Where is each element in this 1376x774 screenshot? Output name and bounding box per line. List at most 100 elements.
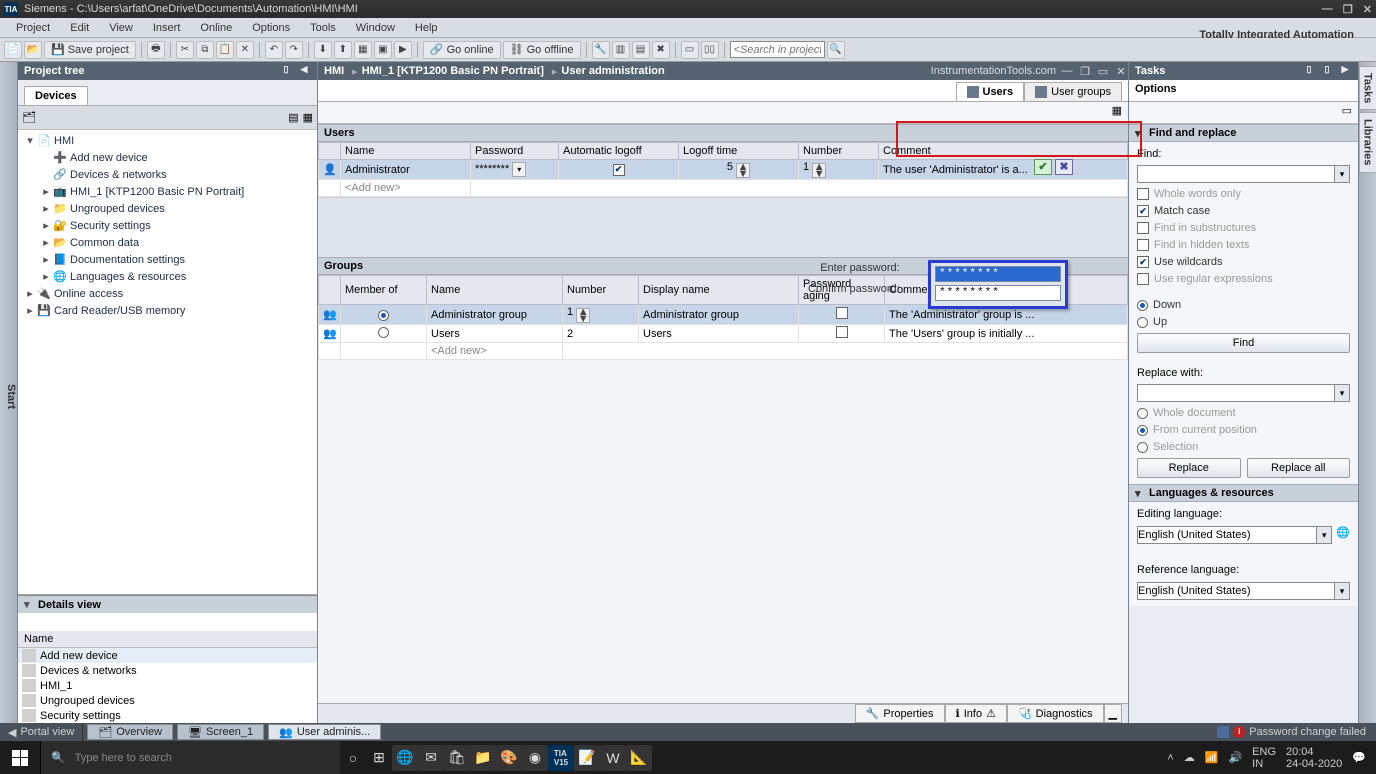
- col-password[interactable]: Password: [471, 143, 559, 160]
- copy-icon[interactable]: ⧉: [196, 41, 214, 59]
- compile-icon[interactable]: ▦: [354, 41, 372, 59]
- languages-header[interactable]: ▾Languages & resources: [1129, 484, 1358, 502]
- open-tab-user-admin[interactable]: 👥 User adminis...: [268, 724, 381, 740]
- details-header[interactable]: ▾Details view: [18, 595, 317, 613]
- from-current-option[interactable]: From current position: [1137, 424, 1350, 436]
- group-number-spinner[interactable]: ▲▼: [576, 308, 590, 323]
- col-auto-logoff[interactable]: Automatic logoff: [559, 143, 679, 160]
- hw-config-icon[interactable]: ▣: [374, 41, 392, 59]
- substructures-option[interactable]: Find in substructures: [1137, 222, 1350, 234]
- tray-clock[interactable]: 20:0424-04-2020: [1286, 746, 1342, 770]
- mail-icon[interactable]: ✉: [418, 745, 444, 771]
- menu-window[interactable]: Window: [346, 22, 405, 34]
- start-button[interactable]: [0, 741, 40, 774]
- open-tab-screen1[interactable]: 🖥 Screen_1: [177, 724, 264, 740]
- menu-tools[interactable]: Tools: [300, 22, 346, 34]
- print-icon[interactable]: 🖶: [147, 41, 165, 59]
- password-ok-button[interactable]: ✔: [1034, 159, 1052, 175]
- close-button[interactable]: ✕: [1363, 3, 1372, 16]
- app2-icon[interactable]: 📝: [574, 745, 600, 771]
- tree-item[interactable]: ▸📁Ungrouped devices: [18, 200, 317, 217]
- inspector-collapse-icon[interactable]: ▁: [1104, 704, 1122, 723]
- details-row[interactable]: Security settings: [18, 708, 317, 723]
- tree-item[interactable]: ▸🔐Security settings: [18, 217, 317, 234]
- chrome-icon[interactable]: ◉: [522, 745, 548, 771]
- paint-icon[interactable]: 🎨: [496, 745, 522, 771]
- tia-icon[interactable]: TIAV15: [548, 745, 574, 771]
- search-icon[interactable]: 🔍: [827, 41, 845, 59]
- tree-item[interactable]: ▸🔌Online access: [18, 285, 317, 302]
- diagnostics-tab[interactable]: 🩺 Diagnostics: [1007, 704, 1104, 723]
- editor-restore-icon[interactable]: ▭: [1096, 65, 1110, 78]
- tree-item[interactable]: ▸📺HMI_1 [KTP1200 Basic PN Portrait]: [18, 183, 317, 200]
- split-v-icon[interactable]: ▯▯: [701, 41, 719, 59]
- windows-search[interactable]: 🔍 Type here to search: [40, 741, 340, 774]
- tray-cloud-icon[interactable]: ☁: [1184, 751, 1195, 764]
- cross-ref-icon[interactable]: ▤: [632, 41, 650, 59]
- minimize-button[interactable]: —: [1322, 3, 1333, 15]
- gcol-name[interactable]: Name: [427, 276, 563, 305]
- word-icon[interactable]: W: [600, 745, 626, 771]
- replace-all-button[interactable]: Replace all: [1247, 458, 1351, 478]
- tasks-tool2-icon[interactable]: ▯: [1320, 64, 1334, 78]
- info-tab[interactable]: ℹ Info ⚠: [945, 704, 1007, 723]
- password-cancel-button[interactable]: ✖: [1055, 159, 1073, 175]
- devices-tab[interactable]: Devices: [24, 86, 88, 105]
- menu-options[interactable]: Options: [242, 22, 300, 34]
- toolbar-search-input[interactable]: [730, 41, 825, 58]
- password-dropdown[interactable]: ▾: [512, 162, 526, 177]
- upload-icon[interactable]: ⬆: [334, 41, 352, 59]
- users-table[interactable]: Name Password Automatic logoff Logoff ti…: [318, 142, 1128, 197]
- simulate-icon[interactable]: ▶: [394, 41, 412, 59]
- member-radio-admin[interactable]: [378, 310, 389, 321]
- tree-item[interactable]: ▸📂Common data: [18, 234, 317, 251]
- paste-icon[interactable]: 📋: [216, 41, 234, 59]
- tray-wifi-icon[interactable]: 📶: [1205, 751, 1219, 764]
- confirm-password-input[interactable]: [935, 285, 1061, 301]
- device-view-icon[interactable]: 🗂: [22, 111, 36, 124]
- new-project-icon[interactable]: 📄: [4, 41, 22, 59]
- logoff-time-spinner[interactable]: ▲▼: [736, 163, 750, 178]
- auto-logoff-checkbox[interactable]: [613, 164, 625, 176]
- explorer-icon[interactable]: 📁: [470, 745, 496, 771]
- editor-max-icon[interactable]: ❐: [1078, 65, 1092, 78]
- tree-item[interactable]: ▸💾Card Reader/USB memory: [18, 302, 317, 319]
- editor-close-icon[interactable]: ✕: [1114, 65, 1128, 78]
- redo-icon[interactable]: ↷: [285, 41, 303, 59]
- taskview-icon[interactable]: ⊞: [366, 745, 392, 771]
- project-tree[interactable]: ▾📄HMI➕Add new device🔗Devices & networks▸…: [18, 130, 317, 595]
- tasks-tool1-icon[interactable]: ▯: [1302, 64, 1316, 78]
- find-button[interactable]: Find: [1137, 333, 1350, 353]
- undo-icon[interactable]: ↶: [265, 41, 283, 59]
- tree-item[interactable]: ➕Add new device: [18, 149, 317, 166]
- editor-tool-icon[interactable]: ▦: [1112, 104, 1122, 121]
- gcol-number[interactable]: Number: [563, 276, 639, 305]
- whole-doc-option[interactable]: Whole document: [1137, 407, 1350, 419]
- details-row[interactable]: HMI_1: [18, 678, 317, 693]
- group-add-new-row[interactable]: <Add new>: [319, 343, 1128, 360]
- match-case-option[interactable]: Match case: [1137, 205, 1350, 217]
- col-logoff-time[interactable]: Logoff time: [679, 143, 799, 160]
- device-icon[interactable]: ▥: [612, 41, 630, 59]
- tree-pin-icon[interactable]: ◀: [297, 64, 311, 78]
- options-tab[interactable]: Options: [1129, 80, 1358, 102]
- replace-button[interactable]: Replace: [1137, 458, 1241, 478]
- member-radio-users[interactable]: [378, 327, 389, 338]
- open-tab-overview[interactable]: 🗂 Overview: [87, 724, 173, 740]
- aging-checkbox-users[interactable]: [836, 326, 848, 338]
- lang-tool-icon[interactable]: 🌐: [1336, 526, 1350, 544]
- cut-icon[interactable]: ✂: [176, 41, 194, 59]
- editing-language-select[interactable]: [1137, 526, 1316, 544]
- replace-input[interactable]: [1137, 384, 1334, 402]
- store-icon[interactable]: 🛍: [444, 745, 470, 771]
- number-spinner[interactable]: ▲▼: [812, 163, 826, 178]
- tree-item[interactable]: ▸🌐Languages & resources: [18, 268, 317, 285]
- col-number[interactable]: Number: [799, 143, 879, 160]
- selection-option[interactable]: Selection: [1137, 441, 1350, 453]
- gcol-member[interactable]: Member of: [341, 276, 427, 305]
- system-tray[interactable]: ˄ ☁ 📶 🔊 ENGIN 20:0424-04-2020 💬: [1157, 746, 1376, 770]
- menu-online[interactable]: Online: [190, 22, 242, 34]
- gcol-display[interactable]: Display name: [639, 276, 799, 305]
- libraries-rail-tab[interactable]: Libraries: [1359, 112, 1376, 172]
- tray-volume-icon[interactable]: 🔊: [1228, 751, 1242, 764]
